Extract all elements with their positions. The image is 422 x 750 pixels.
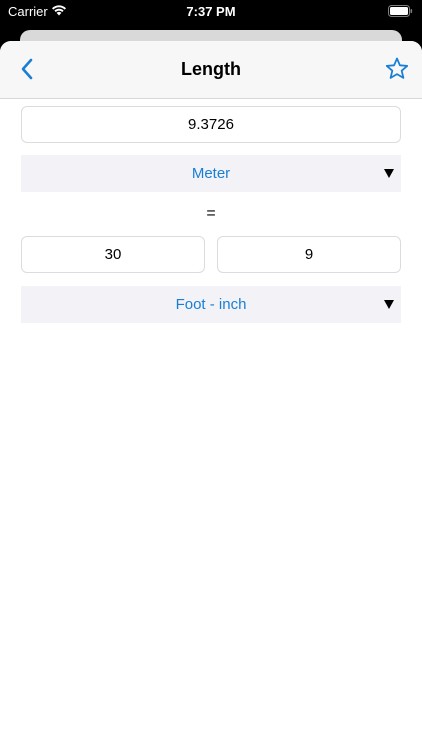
input-value-field[interactable] [21, 106, 401, 143]
navigation-bar: Length [0, 41, 422, 99]
page-title: Length [181, 59, 241, 79]
dropdown-arrow-icon [384, 169, 394, 178]
to-unit-select[interactable]: Foot - inch [21, 286, 401, 323]
battery-icon [388, 5, 413, 20]
dropdown-arrow-icon [384, 300, 394, 309]
from-unit-label: Meter [191, 165, 231, 182]
equals-sign: = [206, 205, 216, 222]
star-outline-icon [385, 57, 409, 79]
converter-sheet: Length Meter = Foot - inch [0, 41, 422, 750]
result-inches-field[interactable] [217, 236, 401, 273]
from-unit-select[interactable]: Meter [21, 155, 401, 192]
to-unit-label: Foot - inch [175, 296, 247, 313]
result-feet-field[interactable] [21, 236, 205, 273]
favorite-button[interactable] [384, 56, 410, 82]
status-bar: Carrier 7:37 PM [0, 0, 422, 24]
status-time: 7:37 PM [186, 4, 236, 19]
